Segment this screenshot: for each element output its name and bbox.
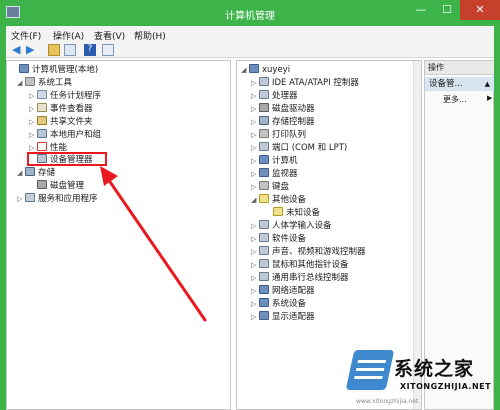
printer-icon [259,129,269,138]
minimize-button[interactable]: — [408,0,434,20]
actions-header: 操作 [425,61,494,75]
device-node-storage-controllers[interactable]: ▷ 存储控制器 [251,116,315,129]
watermark-small-url: www.xitongzhijia.net [356,398,419,405]
maximize-button[interactable]: ☐ [434,0,460,20]
keyboard-icon [259,181,269,190]
hid-icon [259,220,269,229]
storage-icon [25,167,35,176]
title-bar: 计算机管理 — ☐ ✕ [0,0,500,26]
tree-node-disk-management[interactable]: 磁盘管理 [29,180,84,193]
tree-node-local-users-groups[interactable]: ▷ 本地用户和组 [29,129,101,142]
submenu-arrow-icon[interactable]: ▶ [487,94,492,102]
watermark-logo [345,350,395,390]
device-node-keyboards[interactable]: ▷ 键盘 [251,181,289,194]
highlight-box [27,152,107,166]
monitor-icon [259,168,269,177]
device-node-software-devices[interactable]: ▷ 软件设备 [251,233,306,246]
device-node-display-adapters[interactable]: ▷ 显示适配器 [251,311,315,324]
properties-icon[interactable] [64,44,76,56]
navigation-tree-pane: 计算机管理(本地) ◢ 系统工具 ▷ 任务计划程序 ▷ 事件查看器 ▷ 共享文件夹 ▷ 本… [6,60,231,410]
device-node-ports[interactable]: ▷ 端口 (COM 和 LPT) [251,142,347,155]
help-icon[interactable]: ? [84,44,96,56]
computer-icon [259,155,269,164]
menu-bar: 文件(F) 操作(A) 查看(V) 帮助(H) [6,26,494,42]
tree-node-services-applications[interactable]: ▷ 服务和应用程序 [17,193,98,206]
close-button[interactable]: ✕ [460,0,500,20]
show-hide-pane-icon[interactable] [102,44,114,56]
watermark-title: 系统之家 [394,358,475,380]
processor-icon [259,90,269,99]
device-node-network-adapters[interactable]: ▷ 网络适配器 [251,285,315,298]
menu-file[interactable]: 文件(F) [11,29,41,42]
unknown-device-icon [273,207,283,216]
services-icon [25,193,35,202]
menu-view[interactable]: 查看(V) [94,29,125,42]
other-device-icon [259,194,269,203]
port-icon [259,142,269,151]
computer-icon [19,64,29,73]
tools-icon [25,77,35,86]
device-node-usb-controllers[interactable]: ▷ 通用串行总线控制器 [251,272,349,285]
users-icon [37,129,47,138]
watermark: 系统之家 XITONGZHIJIA.NET www.xitongzhijia.n… [345,350,500,410]
device-node-print-queues[interactable]: ▷ 打印队列 [251,129,306,142]
watermark-url: XITONGZHIJIA.NET [400,382,492,391]
sound-icon [259,246,269,255]
performance-icon [37,142,47,151]
system-device-icon [259,298,269,307]
device-node-unknown-device[interactable]: 未知设备 [265,207,320,220]
device-node-computer-root[interactable]: ◢ xuyeyi [241,64,290,77]
menu-action[interactable]: 操作(A) [53,29,84,42]
device-node-disk-drives[interactable]: ▷ 磁盘驱动器 [251,103,315,116]
device-node-ide[interactable]: ▷ IDE ATA/ATAPI 控制器 [251,77,359,90]
device-node-monitors[interactable]: ▷ 监视器 [251,168,298,181]
tree-node-event-viewer[interactable]: ▷ 事件查看器 [29,103,93,116]
device-node-computer[interactable]: ▷ 计算机 [251,155,298,168]
toolbar: ◀ ▶ ? [6,42,494,58]
task-scheduler-icon [37,90,47,99]
shared-folder-icon [37,116,47,125]
usb-icon [259,272,269,281]
disk-drive-icon [259,103,269,112]
up-folder-icon[interactable] [48,44,60,56]
tree-node-system-tools[interactable]: ◢ 系统工具 [17,77,72,90]
device-node-processor[interactable]: ▷ 处理器 [251,90,298,103]
mouse-icon [259,259,269,268]
tree-node-computer-management[interactable]: 计算机管理(本地) [11,64,98,77]
storage-controller-icon [259,116,269,125]
network-icon [259,285,269,294]
back-arrow-icon[interactable]: ◀ [12,44,24,56]
more-actions-link[interactable]: 更多... [443,94,467,105]
actions-group-device-manager[interactable]: 设备管... ▲ [425,77,494,91]
display-adapter-icon [259,311,269,320]
forward-arrow-icon[interactable]: ▶ [26,44,38,56]
software-device-icon [259,233,269,242]
device-node-system-devices[interactable]: ▷ 系统设备 [251,298,306,311]
tree-node-shared-folders[interactable]: ▷ 共享文件夹 [29,116,93,129]
device-node-mice[interactable]: ▷ 鼠标和其他指针设备 [251,259,349,272]
collapse-arrow-icon[interactable]: ▲ [485,77,490,91]
device-node-sound-video-game[interactable]: ▷ 声音、视频和游戏控制器 [251,246,366,259]
disk-icon [37,180,47,189]
tree-node-storage[interactable]: ◢ 存储 [17,167,55,180]
menu-help[interactable]: 帮助(H) [134,29,166,42]
tree-node-task-scheduler[interactable]: ▷ 任务计划程序 [29,90,101,103]
device-node-other-devices[interactable]: ◢ 其他设备 [251,194,306,207]
event-viewer-icon [37,103,47,112]
computer-icon [249,64,259,73]
ide-icon [259,77,269,86]
device-node-hid[interactable]: ▷ 人体学输入设备 [251,220,332,233]
